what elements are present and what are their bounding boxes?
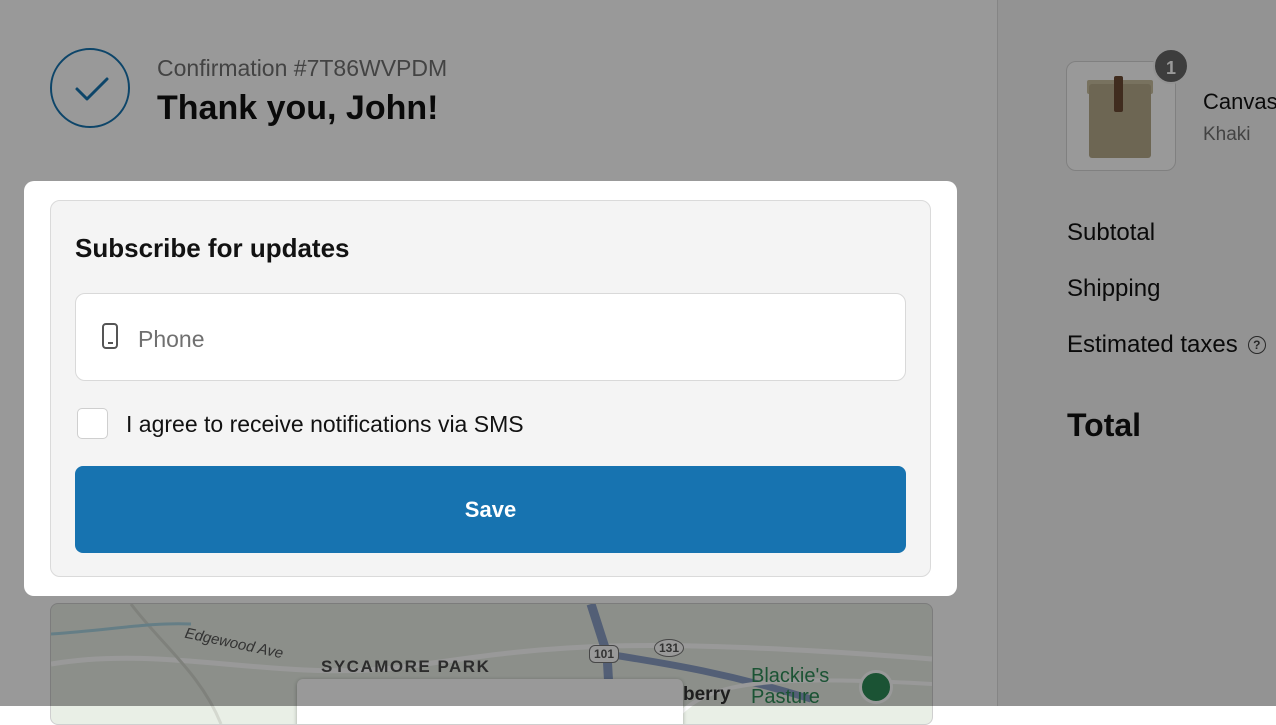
- subscribe-card: Subscribe for updates I agree to receive…: [50, 200, 931, 577]
- subscribe-title: Subscribe for updates: [75, 233, 350, 263]
- phone-input[interactable]: [136, 318, 880, 360]
- phone-field[interactable]: [75, 293, 906, 381]
- mobile-phone-icon: [102, 323, 118, 349]
- sms-consent-checkbox[interactable]: [77, 408, 108, 439]
- subscribe-highlight: Subscribe for updates I agree to receive…: [24, 181, 957, 596]
- sms-consent-label[interactable]: I agree to receive notifications via SMS: [126, 411, 524, 438]
- save-button[interactable]: Save: [75, 466, 906, 553]
